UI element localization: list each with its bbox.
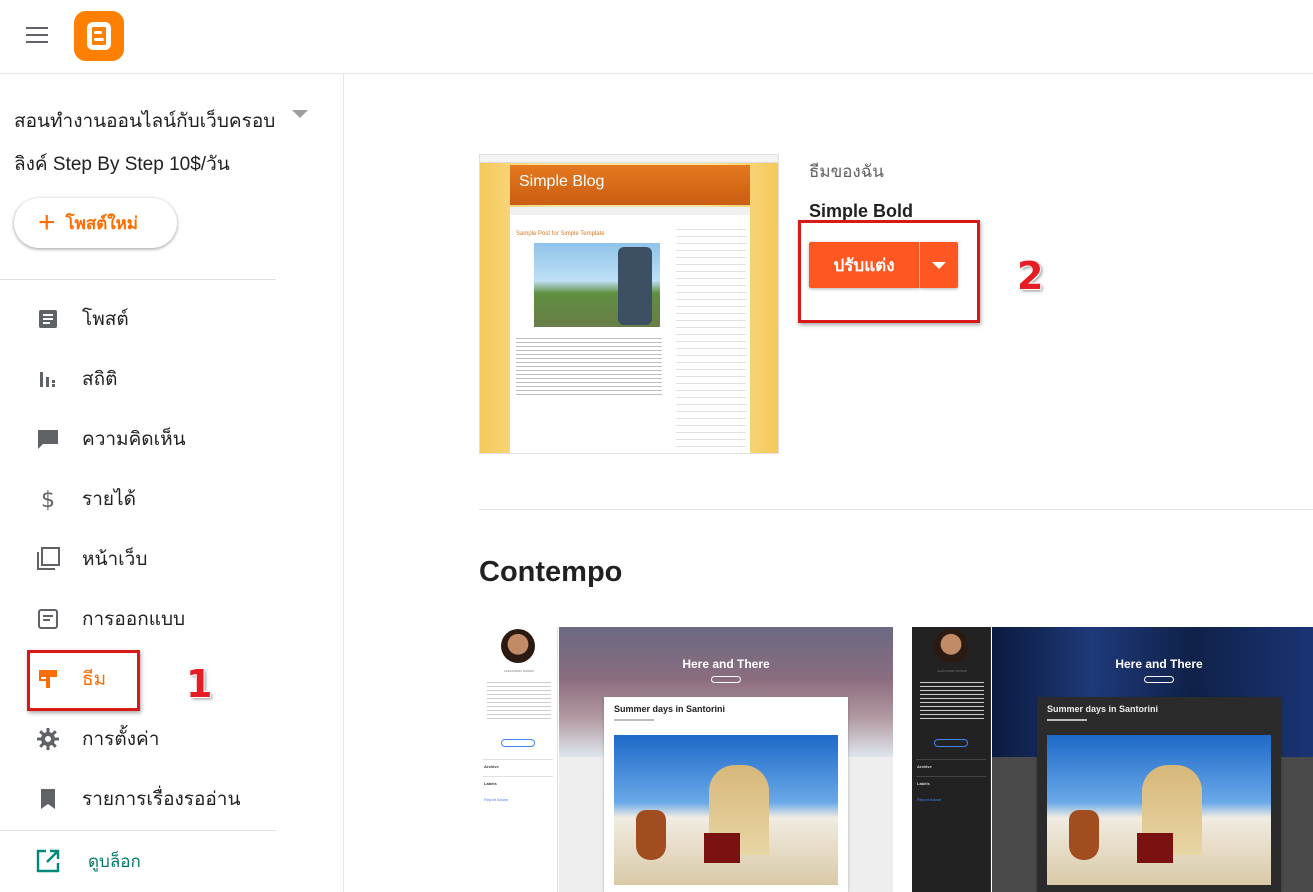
settings-icon [34, 725, 62, 753]
svg-text:$: $ [41, 488, 55, 511]
sidebar-item-label: หน้าเว็บ [82, 549, 148, 570]
card-report-link: Report Abuse [484, 797, 509, 802]
sidebar-item-label: โพสต์ [82, 309, 129, 330]
preview-navbar [480, 155, 778, 163]
sidebar-item-label: รายได้ [82, 489, 136, 510]
comments-icon [34, 425, 62, 453]
sidebar-item-earnings[interactable]: $ รายได้ [0, 475, 276, 523]
card-description [487, 679, 551, 719]
earnings-icon: $ [34, 485, 62, 513]
view-blog-label: ดูบล็อก [88, 851, 141, 871]
preview-post-image [534, 243, 660, 327]
card-subscribe-button [1144, 676, 1174, 683]
sidebar: สอนทำงานออนไลน์กับเว็บครอบ ลิงค์ Step By… [0, 74, 344, 892]
view-blog-link[interactable]: ดูบล็อก [0, 837, 276, 885]
sidebar-item-comments[interactable]: ความคิดเห็น [0, 415, 276, 463]
plus-icon: + [38, 206, 56, 239]
annotation-number-2: 2 [1017, 254, 1044, 298]
sidebar-item-layout[interactable]: การออกแบบ [0, 595, 276, 643]
blogger-logo-icon[interactable] [74, 11, 124, 61]
annotation-number-1: 1 [186, 662, 213, 706]
preview-tabs [510, 207, 750, 215]
new-post-button[interactable]: + โพสต์ใหม่ [14, 198, 177, 248]
reading-list-icon [34, 785, 62, 813]
card-author: ALEXANDRA NOWAK [503, 669, 535, 673]
card-label-labels: Labels [917, 781, 930, 786]
sidebar-item-label: รายการเรื่องรออ่าน [82, 789, 241, 810]
card-subscribe-button [711, 676, 741, 683]
card-visit-button [934, 739, 968, 747]
main-content: Simple Blog Sample Post for Simple Templ… [345, 74, 1313, 892]
card-post-image [614, 735, 838, 885]
sidebar-item-reading-list[interactable]: รายการเรื่องรออ่าน [0, 775, 276, 823]
blog-title-line1: สอนทำงานออนไลน์กับเว็บครอบ [14, 111, 276, 132]
card-author: ALEXANDRA NOWAK [936, 669, 968, 673]
open-in-new-icon [34, 847, 62, 875]
my-theme-label: ธีมของฉัน [809, 162, 884, 181]
card-post-date [1047, 719, 1087, 721]
card-heading: Here and There [682, 657, 770, 671]
sidebar-item-pages[interactable]: หน้าเว็บ [0, 535, 276, 583]
current-theme-preview[interactable]: Simple Blog Sample Post for Simple Templ… [479, 154, 779, 454]
sidebar-item-label: สถิติ [82, 369, 118, 390]
blog-dropdown-caret-icon[interactable] [292, 110, 308, 118]
posts-icon [34, 305, 62, 333]
card-report-link: Report Abuse [917, 797, 942, 802]
card-post-image [1047, 735, 1271, 885]
current-theme-name: Simple Bold [809, 201, 914, 221]
theme-section-title: Contempo [479, 556, 623, 588]
card-sidebar-divider [483, 776, 553, 777]
annotation-box-2 [798, 220, 980, 323]
theme-card-contempo-light[interactable]: ALEXANDRA NOWAK Archive Labels Report Ab… [479, 627, 893, 892]
sidebar-divider [0, 830, 276, 831]
preview-header: Simple Blog [510, 165, 750, 205]
pages-icon [34, 545, 62, 573]
blog-selector[interactable]: สอนทำงานออนไลน์กับเว็บครอบ ลิงค์ Step By… [14, 100, 284, 186]
preview-post-title: Sample Post for Simple Template [516, 231, 605, 237]
preview-header-title: Simple Blog [519, 173, 605, 190]
avatar [501, 629, 535, 663]
sidebar-item-label: การตั้งค่า [82, 729, 160, 750]
card-sidebar-divider [916, 759, 986, 760]
sidebar-divider [0, 279, 276, 280]
layout-icon [34, 605, 62, 633]
blog-title-line2: ลิงค์ Step By Step 10$/วัน [14, 154, 230, 175]
hamburger-menu-icon[interactable] [26, 24, 52, 44]
card-sidebar-divider [483, 759, 553, 760]
section-divider [479, 509, 1313, 510]
card-post-title: Summer days in Santorini [1047, 704, 1159, 714]
theme-card-contempo-dark[interactable]: ALEXANDRA NOWAK Archive Labels Report Ab… [912, 627, 1313, 892]
annotation-box-1 [27, 650, 140, 711]
card-post-date [614, 719, 654, 721]
card-post-title: Summer days in Santorini [614, 704, 726, 714]
card-label-labels: Labels [484, 781, 497, 786]
card-sidebar-divider [916, 776, 986, 777]
sidebar-item-label: ความคิดเห็น [82, 429, 186, 450]
card-heading: Here and There [1115, 657, 1203, 671]
stats-icon [34, 365, 62, 393]
card-description [920, 679, 984, 719]
sidebar-item-settings[interactable]: การตั้งค่า [0, 715, 276, 763]
sidebar-item-posts[interactable]: โพสต์ [0, 295, 276, 343]
sidebar-item-label: การออกแบบ [82, 609, 186, 630]
sidebar-item-stats[interactable]: สถิติ [0, 355, 276, 403]
new-post-label: โพสต์ใหม่ [65, 213, 138, 233]
avatar [934, 629, 968, 663]
card-label-archive: Archive [484, 764, 499, 769]
preview-sidebar-column [676, 223, 746, 453]
top-app-bar [0, 0, 1313, 74]
card-visit-button [501, 739, 535, 747]
preview-post-text [516, 335, 662, 395]
card-label-archive: Archive [917, 764, 932, 769]
